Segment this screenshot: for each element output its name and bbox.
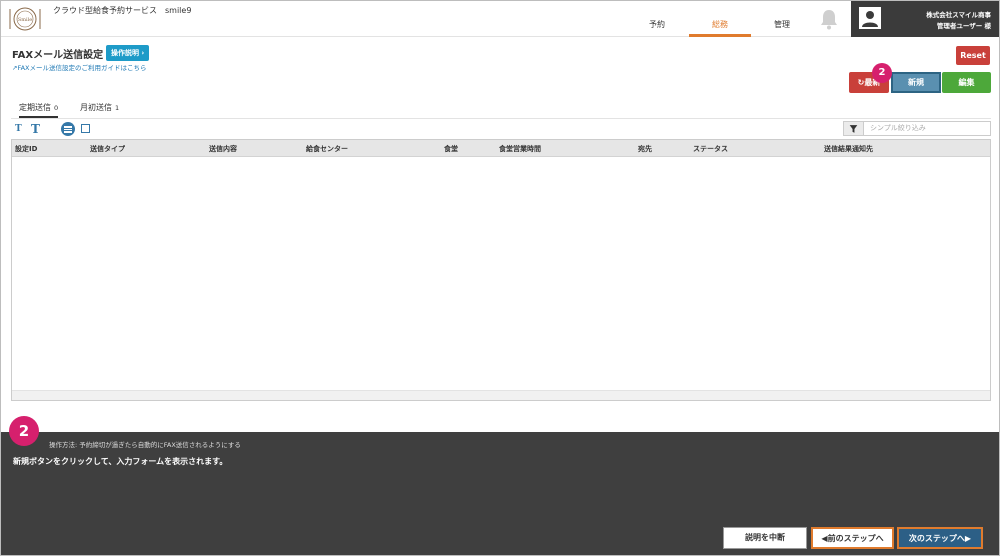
column-header[interactable]: 宛先 — [638, 144, 652, 154]
column-header[interactable]: 食堂 — [444, 144, 458, 154]
simple-filter[interactable]: シンプル絞り込み — [843, 121, 991, 136]
guide-link[interactable]: ↗FAXメール送信設定のご利用ガイドはこちら — [12, 62, 147, 72]
column-header[interactable]: 送信内容 — [209, 144, 237, 154]
stop-tutorial-button[interactable]: 説明を中断 — [723, 527, 807, 549]
bell-icon[interactable] — [819, 8, 839, 30]
filter-input[interactable]: シンプル絞り込み — [870, 123, 926, 133]
tutorial-instruction: 新規ボタンをクリックして、入力フォームを表示されます。 — [13, 457, 228, 466]
column-header[interactable]: 設定ID — [15, 144, 37, 154]
font-small-icon[interactable]: T — [15, 124, 22, 134]
nav-tab-reservation[interactable]: 予約 — [637, 16, 677, 37]
user-avatar-icon — [859, 7, 881, 29]
app-title: クラウド型給食予約サービス smile9 — [53, 6, 192, 15]
column-header[interactable]: ステータス — [693, 144, 728, 154]
column-header[interactable]: 食堂営業時間 — [499, 144, 541, 154]
table-header: 設定ID 送信タイプ 送信内容 給食センター 食堂 食堂営業時間 宛先 ステータ… — [12, 140, 990, 157]
reset-button[interactable]: Reset — [956, 46, 990, 65]
caret-up-icon — [975, 425, 985, 431]
filter-icon — [844, 122, 864, 135]
logo[interactable]: Smile — [7, 5, 43, 33]
tab-monthly-send-label: 月初送信 — [80, 103, 112, 112]
nav-tab-general-affairs[interactable]: 総務 — [689, 16, 751, 37]
horizontal-scrollbar[interactable] — [12, 390, 990, 400]
nav-tab-admin[interactable]: 管理 — [761, 16, 803, 37]
tutorial-step-badge: 2 — [9, 416, 39, 446]
guide-link-label: FAXメール送信設定のご利用ガイドはこちら — [17, 64, 147, 72]
user-menu[interactable]: 株式会社スマイル商事 管理者ユーザー 様 — [851, 1, 999, 37]
tab-divider — [11, 118, 991, 119]
user-company: 株式会社スマイル商事 — [926, 11, 991, 19]
grid-view-icon[interactable] — [81, 124, 90, 133]
column-header[interactable]: 給食センター — [306, 144, 348, 154]
tab-periodic-send-count: 0 — [54, 104, 59, 112]
step-badge: 2 — [872, 63, 892, 83]
column-header[interactable]: 送信タイプ — [90, 144, 125, 154]
tab-monthly-send[interactable]: 月初送信 1 — [80, 102, 119, 118]
font-large-icon[interactable]: T — [31, 122, 40, 136]
app-window: Smile クラウド型給食予約サービス smile9 予約 総務 管理 株式会社… — [0, 0, 1000, 556]
tab-periodic-send[interactable]: 定期送信 0 — [19, 102, 59, 118]
new-button[interactable]: 新規 — [891, 72, 941, 93]
tab-periodic-send-label: 定期送信 — [19, 103, 51, 112]
svg-text:Smile: Smile — [18, 17, 32, 23]
prev-step-button[interactable]: ◀前のステップへ — [811, 527, 894, 549]
edit-button[interactable]: 編集 — [942, 72, 991, 93]
next-step-button[interactable]: 次のステップへ▶ — [897, 527, 983, 549]
list-view-icon[interactable] — [61, 122, 75, 136]
user-name: 管理者ユーザー 様 — [936, 22, 991, 30]
tab-monthly-send-count: 1 — [115, 104, 120, 112]
page-title: FAXメール送信設定 — [12, 50, 104, 61]
data-table: 設定ID 送信タイプ 送信内容 給食センター 食堂 食堂営業時間 宛先 ステータ… — [11, 139, 991, 401]
header: Smile クラウド型給食予約サービス smile9 予約 総務 管理 株式会社… — [1, 1, 999, 37]
help-button[interactable]: 操作説明 › — [106, 45, 150, 61]
tutorial-operation: 操作方法: 予約締切が過ぎたら自動的にFAX送信されるようにする — [49, 441, 241, 449]
column-header[interactable]: 送信結果通知先 — [824, 144, 873, 154]
